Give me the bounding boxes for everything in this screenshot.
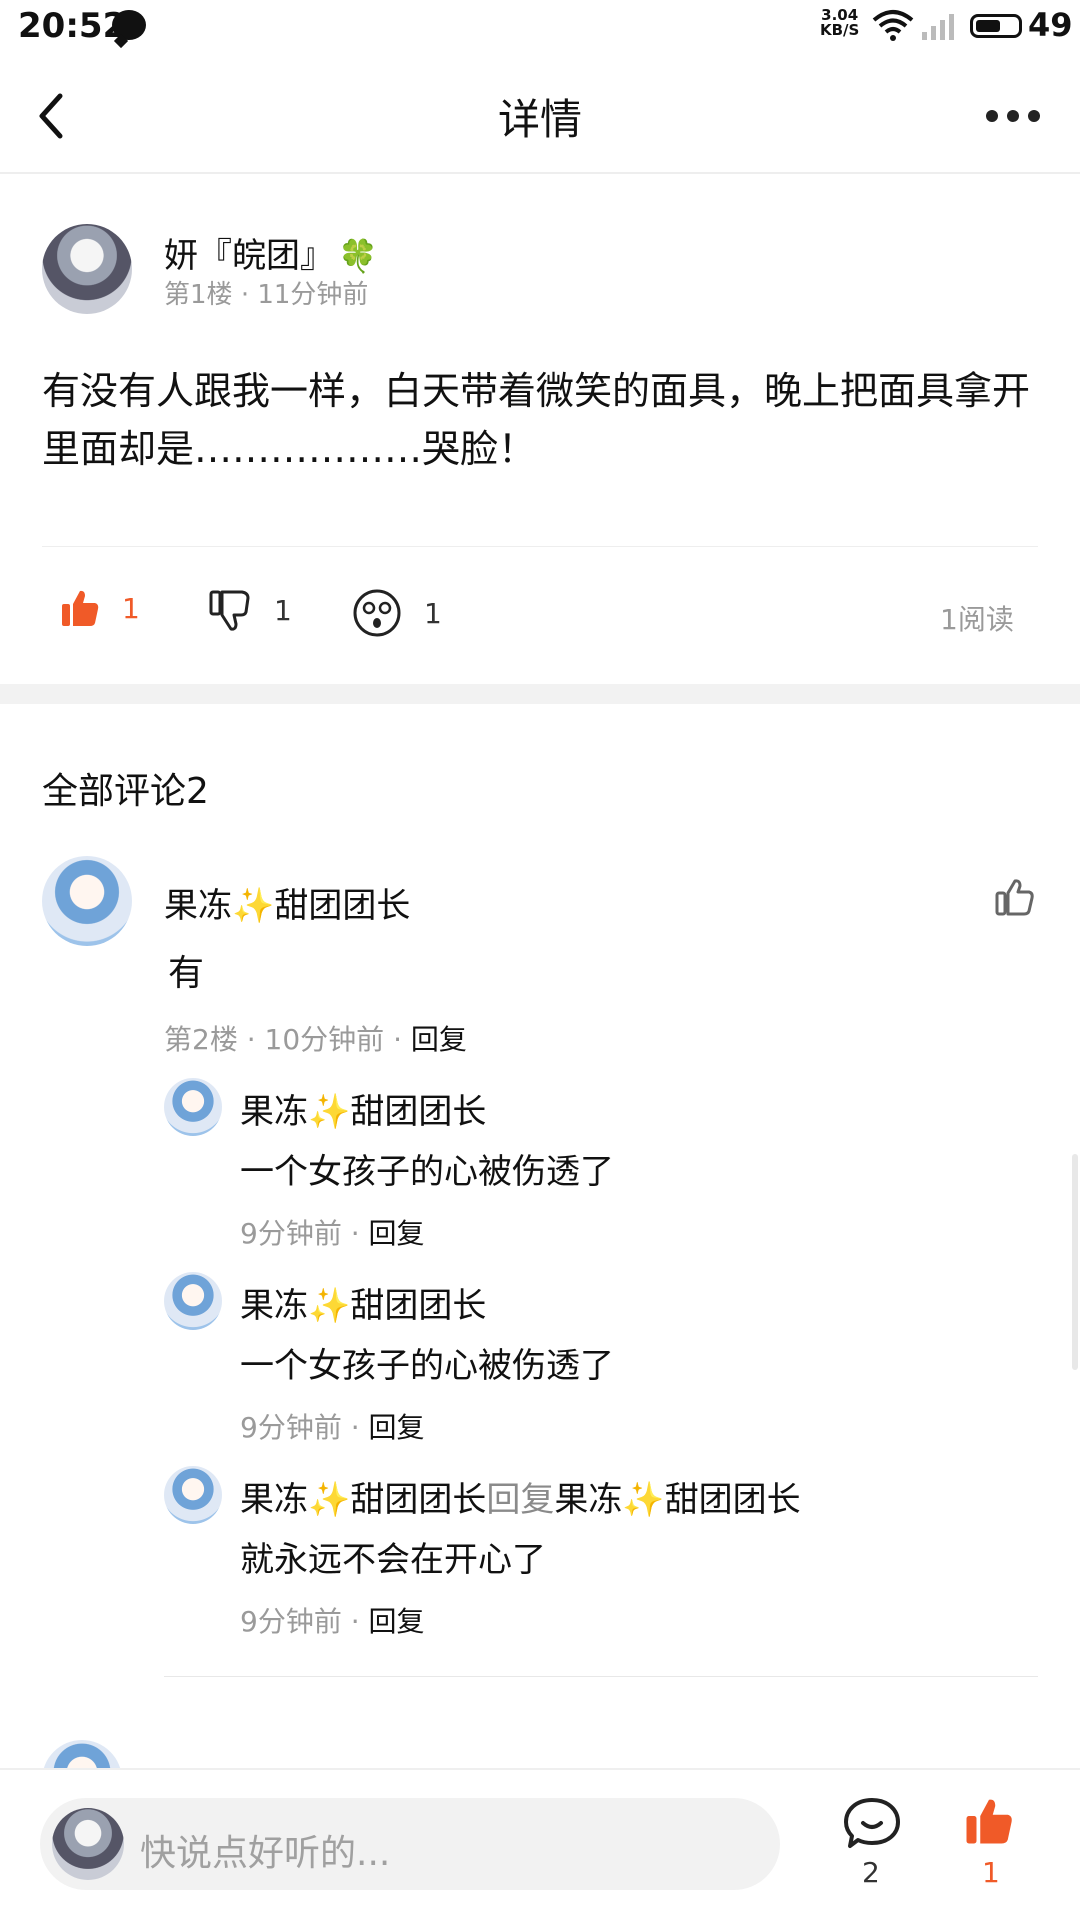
- status-bar: 20:52 3.04 KB/S 49: [0, 0, 1080, 56]
- comment-author-part1: 果冻: [164, 886, 232, 926]
- reply-meta: 9分钟前 · 回复: [240, 1217, 425, 1250]
- cell-signal-icon: [922, 14, 954, 40]
- sparkle-emoji: ✨: [308, 1286, 351, 1326]
- net-speed: 3.04 KB/S: [820, 8, 859, 38]
- more-options-icon[interactable]: [986, 104, 1046, 128]
- sparkle-emoji: ✨: [308, 1480, 351, 1520]
- dizzy-face-icon: [353, 589, 401, 637]
- reply-author-part2: 甜团团长: [350, 1480, 487, 1520]
- status-time: 20:52: [18, 6, 127, 46]
- chat-notification-icon: [112, 10, 146, 40]
- net-speed-unit: KB/S: [820, 21, 860, 39]
- post-author-avatar[interactable]: [42, 224, 132, 314]
- reply-text: 一个女孩子的心被伤透了: [240, 1346, 614, 1386]
- reply-author-part2: 甜团团长: [350, 1092, 487, 1132]
- comment-input-placeholder[interactable]: 快说点好听的...: [140, 1824, 390, 1876]
- like-button[interactable]: 1: [60, 588, 140, 628]
- post-floor: 第1楼: [164, 280, 233, 310]
- section-separator: [0, 684, 1080, 704]
- post-time: 11分钟前: [257, 280, 369, 310]
- thumbs-up-filled-icon: [62, 590, 99, 626]
- reply-target-part2[interactable]: 甜团团长: [665, 1480, 801, 1520]
- comment-author-name[interactable]: 果冻✨甜团团长: [164, 878, 410, 927]
- clover-emoji: 🍀: [338, 237, 378, 275]
- comment-count: 2: [862, 1856, 880, 1889]
- reply-author-name[interactable]: 果冻✨甜团团长回复果冻✨甜团团长: [240, 1472, 801, 1521]
- wifi-icon: [872, 10, 914, 41]
- post-author-text: 妍『皖团』: [164, 236, 334, 276]
- reply-author-part1: 果冻: [240, 1092, 308, 1132]
- reply-author-part1: 果冻: [240, 1286, 308, 1326]
- like-count: 1: [122, 591, 140, 625]
- reply-time: 9分钟前: [240, 1217, 342, 1250]
- read-count: 1阅读: [940, 603, 1014, 636]
- reply-meta: 9分钟前 · 回复: [240, 1411, 425, 1444]
- battery-icon: [970, 14, 1022, 38]
- reply-button[interactable]: 回复: [369, 1217, 425, 1250]
- dislike-count: 1: [274, 593, 292, 627]
- reply-target-part1[interactable]: 果冻: [554, 1480, 622, 1520]
- comments-heading: 全部评论2: [42, 771, 209, 812]
- reply-meta: 9分钟前 · 回复: [240, 1605, 425, 1638]
- my-avatar: [52, 1808, 124, 1880]
- divider: [164, 1676, 1038, 1677]
- reply-avatar[interactable]: [164, 1272, 222, 1330]
- divider: [42, 546, 1038, 547]
- reply-to-label: 回复: [486, 1480, 555, 1520]
- reply-text: 一个女孩子的心被伤透了: [240, 1152, 614, 1192]
- reply-author-part1: 果冻: [240, 1480, 308, 1520]
- comment-like-icon[interactable]: [994, 876, 1036, 918]
- comment-author-part2: 甜团团长: [274, 886, 411, 926]
- reply-author-name[interactable]: 果冻✨甜团团长: [240, 1084, 486, 1133]
- reply-avatar[interactable]: [164, 1078, 222, 1136]
- comment-meta: 第2楼 · 10分钟前 · 回复: [164, 1023, 467, 1056]
- comment-floor: 第2楼: [164, 1023, 238, 1056]
- sparkle-emoji: ✨: [308, 1092, 351, 1132]
- scrollbar[interactable]: [1072, 1154, 1078, 1370]
- reply-author-name[interactable]: 果冻✨甜团团长: [240, 1278, 486, 1327]
- reply-author-part2: 甜团团长: [350, 1286, 487, 1326]
- wow-count: 1: [424, 596, 442, 630]
- thumbs-up-filled-icon[interactable]: [964, 1796, 1014, 1846]
- dislike-button[interactable]: 1: [208, 588, 292, 632]
- wow-button[interactable]: 1: [352, 588, 442, 638]
- thumbs-down-icon: [209, 590, 250, 631]
- reply-avatar[interactable]: [164, 1466, 222, 1524]
- sparkle-emoji: ✨: [232, 886, 275, 926]
- reply-time: 9分钟前: [240, 1411, 342, 1444]
- comment-time: 10分钟前: [264, 1023, 385, 1056]
- post-content: 有没有人跟我一样，白天带着微笑的面具，晚上把面具拿开里面却是………………哭脸！: [42, 369, 1031, 471]
- page-title: 详情: [497, 95, 582, 144]
- comment-text: 有: [168, 953, 205, 994]
- comment-avatar[interactable]: [42, 856, 132, 946]
- battery-level: 49: [1028, 6, 1073, 44]
- top-navigation: 详情: [0, 56, 1080, 174]
- sparkle-emoji: ✨: [622, 1480, 665, 1520]
- post-author-name[interactable]: 妍『皖团』 🍀: [164, 228, 378, 277]
- reply-button[interactable]: 回复: [369, 1411, 425, 1444]
- reply-button[interactable]: 回复: [411, 1023, 467, 1056]
- reply-button[interactable]: 回复: [369, 1605, 425, 1638]
- post-meta: 第1楼 · 11分钟前: [164, 280, 369, 310]
- like-count-bottom: 1: [982, 1856, 1000, 1889]
- comment-bubble-icon[interactable]: [842, 1796, 902, 1852]
- reply-text: 就永远不会在开心了: [240, 1540, 546, 1580]
- reply-time: 9分钟前: [240, 1605, 342, 1638]
